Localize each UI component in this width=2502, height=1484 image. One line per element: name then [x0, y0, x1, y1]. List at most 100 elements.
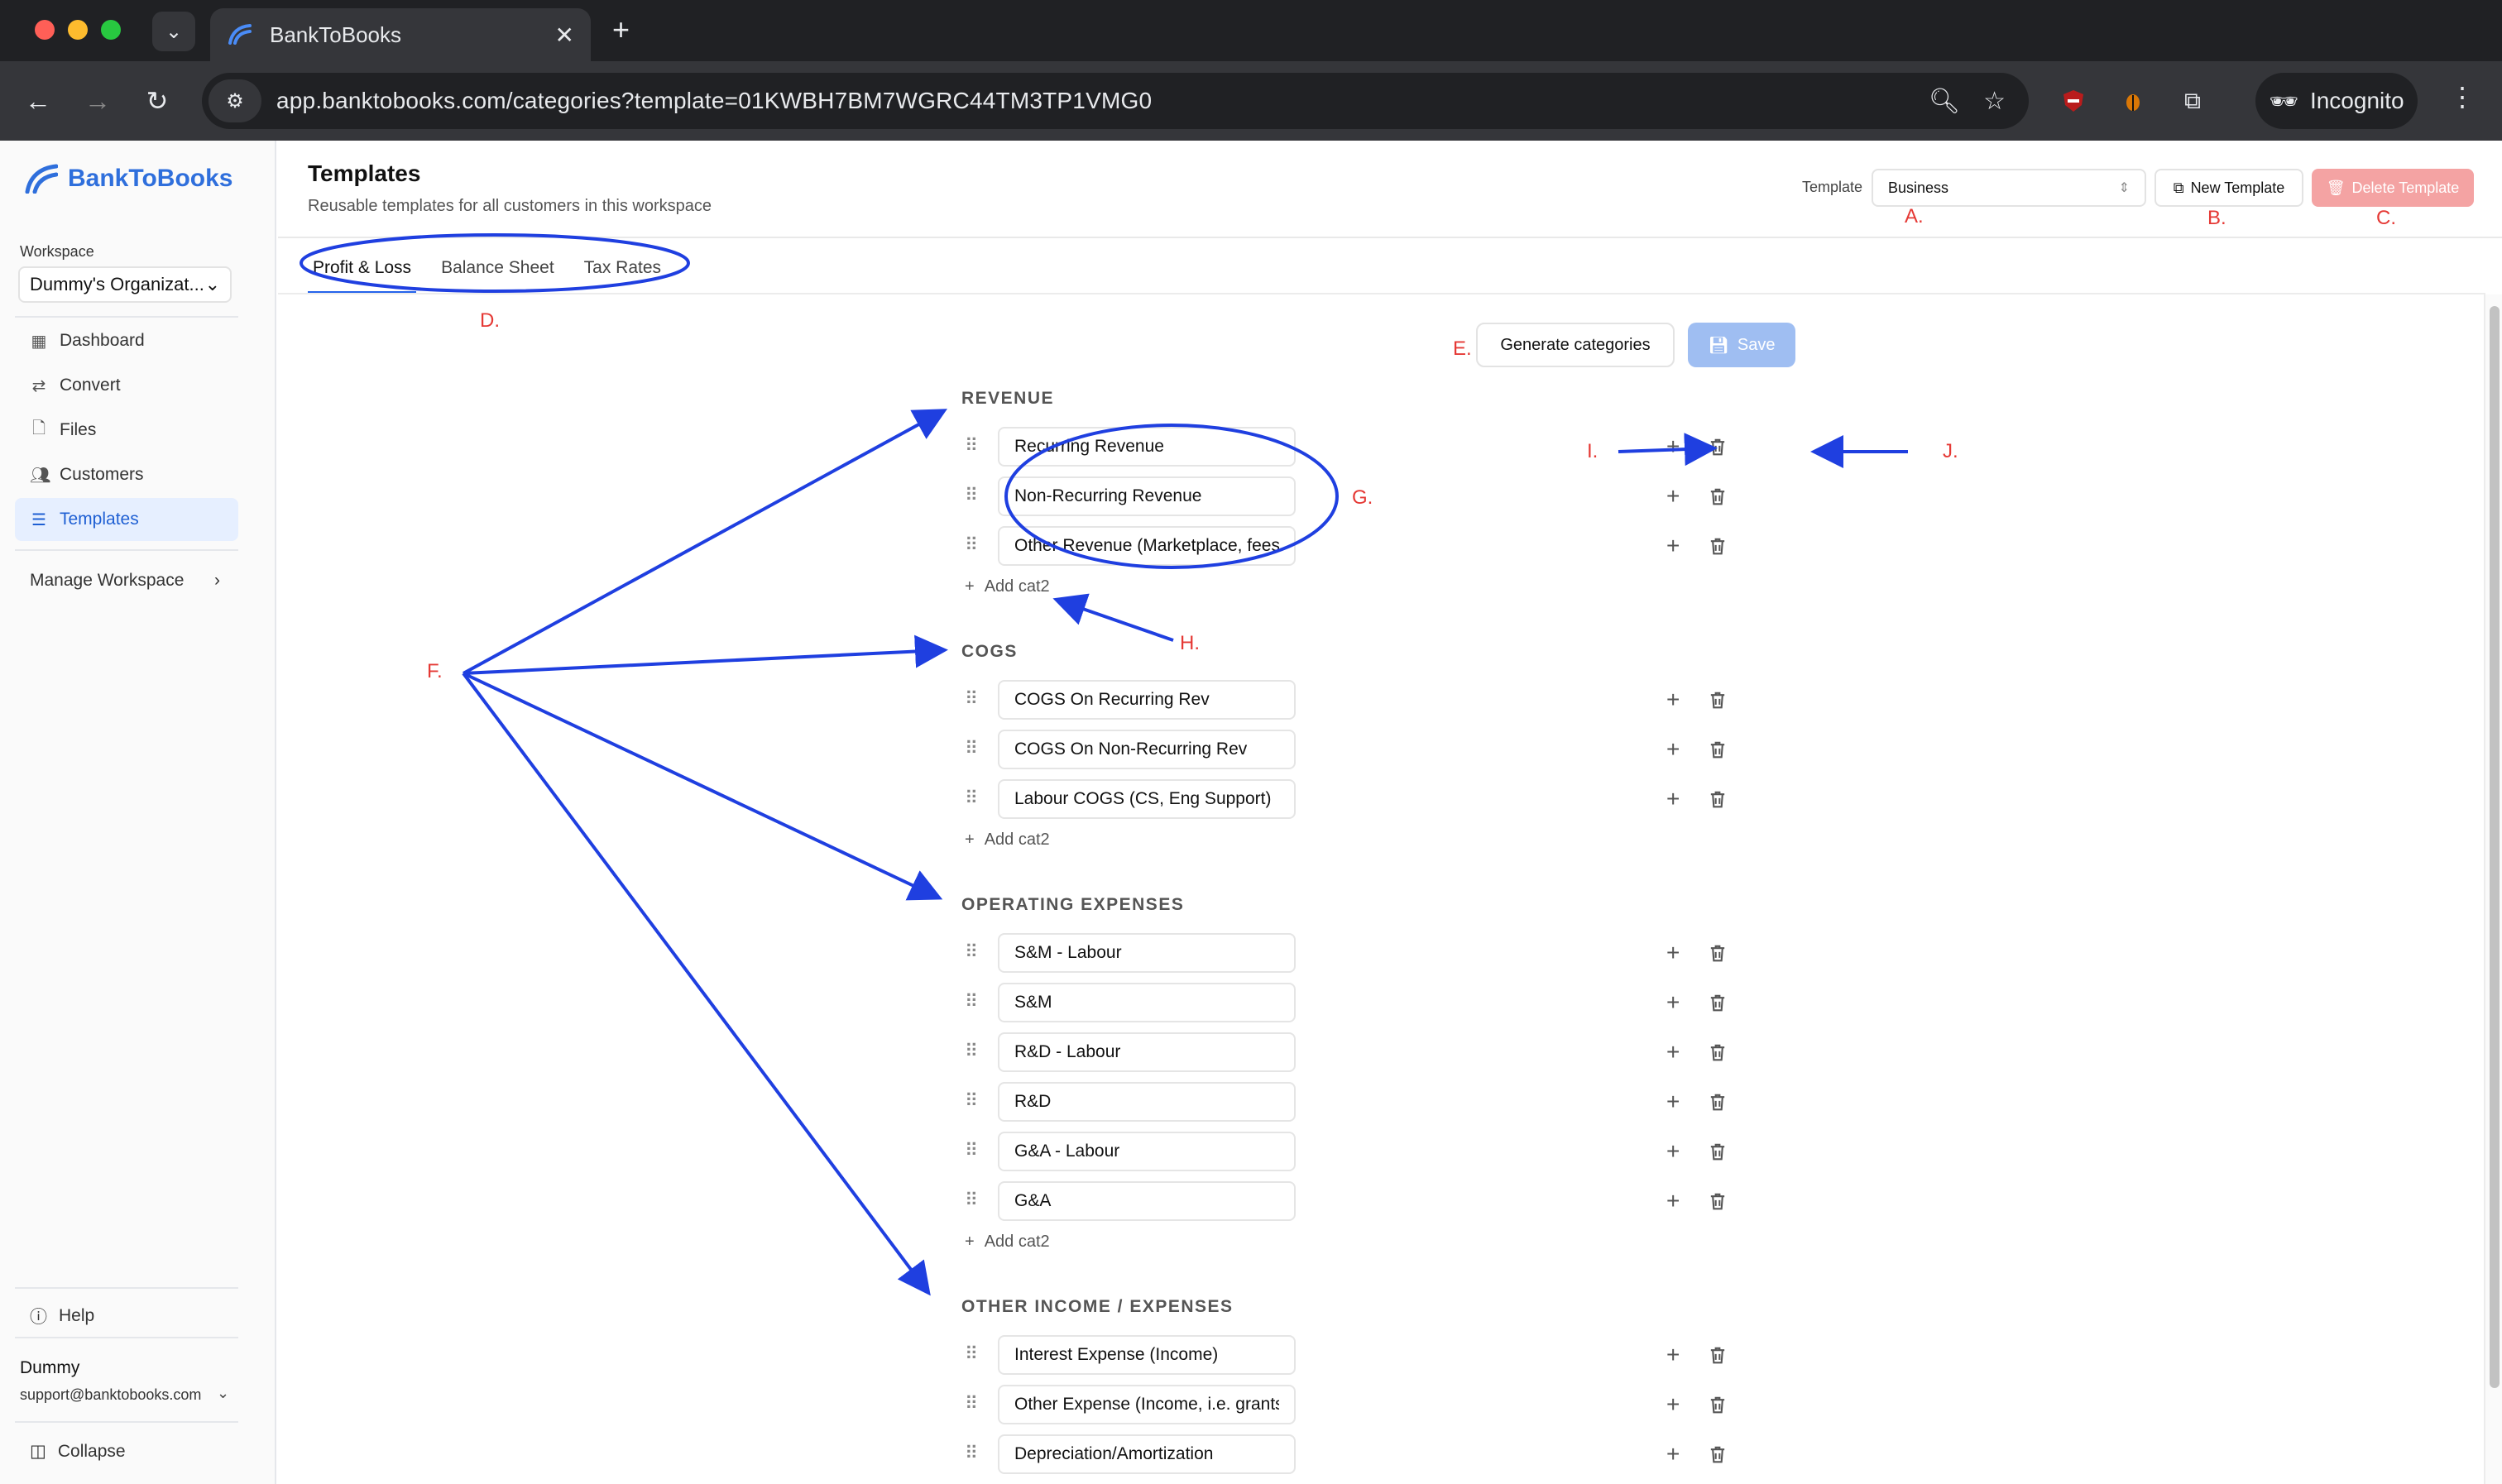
drag-handle-icon[interactable]: ⠿: [961, 688, 981, 710]
drag-handle-icon[interactable]: ⠿: [961, 1041, 981, 1062]
delete-template-button[interactable]: 🗑︎ Delete Template: [2312, 169, 2474, 207]
add-subcategory-icon[interactable]: +: [1666, 786, 1680, 812]
user-email[interactable]: support@banktobooks.com: [20, 1386, 201, 1404]
add-subcategory-icon[interactable]: +: [1666, 1138, 1680, 1165]
trash-icon[interactable]: [1706, 1443, 1729, 1466]
extension-blocker-icon[interactable]: [2055, 83, 2092, 119]
reload-icon[interactable]: ↻: [137, 81, 177, 121]
tab-search-button[interactable]: ⌄: [152, 12, 195, 51]
browser-menu-icon[interactable]: ⋮: [2449, 81, 2476, 112]
new-template-button[interactable]: ⧉ New Template: [2154, 169, 2303, 207]
zoom-icon[interactable]: 🔍︎: [1929, 87, 1960, 116]
drag-handle-icon[interactable]: ⠿: [961, 1343, 981, 1365]
trash-icon[interactable]: [1706, 991, 1729, 1014]
maximize-window-button[interactable]: [101, 20, 121, 40]
drag-handle-icon[interactable]: ⠿: [961, 1443, 981, 1464]
drag-handle-icon[interactable]: ⠿: [961, 435, 981, 457]
extension-bug-icon[interactable]: [2115, 83, 2151, 119]
forward-icon[interactable]: →: [78, 81, 117, 121]
template-select[interactable]: Business ⇕: [1872, 169, 2146, 207]
trash-icon[interactable]: [1706, 485, 1729, 508]
brand[interactable]: BankToBooks: [25, 164, 232, 194]
drag-handle-icon[interactable]: ⠿: [961, 787, 981, 809]
category-input[interactable]: [998, 1434, 1296, 1474]
help-link[interactable]: ⓘ Help: [30, 1304, 94, 1328]
category-input[interactable]: [998, 1082, 1296, 1122]
user-name[interactable]: Dummy: [20, 1358, 79, 1378]
trash-icon[interactable]: [1706, 435, 1729, 458]
generate-categories-button[interactable]: Generate categories: [1476, 323, 1675, 367]
trash-icon[interactable]: [1706, 1090, 1729, 1113]
new-tab-button[interactable]: +: [612, 15, 630, 45]
drag-handle-icon[interactable]: ⠿: [961, 941, 981, 963]
manage-workspace-link[interactable]: Manage Workspace ›: [30, 571, 220, 591]
site-settings-icon[interactable]: ⚙: [208, 79, 261, 122]
trash-icon[interactable]: [1706, 1393, 1729, 1416]
trash-icon[interactable]: [1706, 738, 1729, 761]
close-window-button[interactable]: [35, 20, 55, 40]
add-subcategory-icon[interactable]: +: [1666, 1441, 1680, 1467]
trash-icon[interactable]: [1706, 688, 1729, 711]
add-subcategory-icon[interactable]: +: [1666, 483, 1680, 510]
category-input[interactable]: [998, 1335, 1296, 1375]
drag-handle-icon[interactable]: ⠿: [961, 1140, 981, 1161]
category-input[interactable]: [998, 1385, 1296, 1424]
drag-handle-icon[interactable]: ⠿: [961, 534, 981, 556]
add-subcategory-icon[interactable]: +: [1666, 1391, 1680, 1418]
incognito-indicator[interactable]: 🕶︎ Incognito: [2255, 73, 2418, 129]
trash-icon[interactable]: [1706, 1343, 1729, 1367]
chevron-down-icon[interactable]: ⌄: [217, 1385, 229, 1402]
scroll-thumb[interactable]: [2490, 306, 2500, 1388]
address-bar[interactable]: ⚙ app.banktobooks.com/categories?templat…: [202, 73, 2029, 129]
add-subcategory-icon[interactable]: +: [1666, 736, 1680, 763]
sidebar-item-templates[interactable]: ☰ Templates: [15, 498, 238, 541]
drag-handle-icon[interactable]: ⠿: [961, 1393, 981, 1415]
trash-icon[interactable]: [1706, 534, 1729, 558]
scrollbar[interactable]: [2484, 294, 2502, 1484]
collapse-sidebar-button[interactable]: ◫ Collapse: [30, 1441, 126, 1462]
save-button[interactable]: 💾︎ Save: [1688, 323, 1795, 367]
back-icon[interactable]: ←: [18, 81, 58, 121]
sidebar-item-customers[interactable]: 👥︎ Customers: [15, 453, 238, 496]
add-category-button[interactable]: + Add cat2: [965, 577, 1050, 596]
add-category-button[interactable]: + Add cat2: [965, 831, 1050, 850]
extensions-puzzle-icon[interactable]: ⧉: [2174, 83, 2211, 119]
sidebar-item-files[interactable]: 🗋 Files: [15, 409, 238, 452]
drag-handle-icon[interactable]: ⠿: [961, 485, 981, 506]
category-input[interactable]: [998, 427, 1296, 467]
workspace-select[interactable]: Dummy's Organizat... ⌄: [18, 266, 232, 303]
tab-profit-loss[interactable]: Profit & Loss: [308, 251, 417, 294]
add-category-button[interactable]: + Add cat2: [965, 1233, 1050, 1252]
tab-balance-sheet[interactable]: Balance Sheet: [436, 251, 559, 294]
tab-tax-rates[interactable]: Tax Rates: [579, 251, 666, 294]
drag-handle-icon[interactable]: ⠿: [961, 991, 981, 1012]
category-input[interactable]: [998, 779, 1296, 819]
trash-icon[interactable]: [1706, 941, 1729, 965]
category-input[interactable]: [998, 983, 1296, 1022]
add-subcategory-icon[interactable]: +: [1666, 433, 1680, 460]
bookmark-star-icon[interactable]: ☆: [1983, 87, 2006, 116]
trash-icon[interactable]: [1706, 787, 1729, 811]
category-input[interactable]: [998, 730, 1296, 769]
category-input[interactable]: [998, 526, 1296, 566]
add-subcategory-icon[interactable]: +: [1666, 940, 1680, 966]
add-subcategory-icon[interactable]: +: [1666, 1039, 1680, 1065]
add-subcategory-icon[interactable]: +: [1666, 989, 1680, 1016]
category-input[interactable]: [998, 1132, 1296, 1171]
category-input[interactable]: [998, 476, 1296, 516]
trash-icon[interactable]: [1706, 1190, 1729, 1213]
browser-tab[interactable]: BankToBooks ✕: [210, 8, 591, 61]
trash-icon[interactable]: [1706, 1041, 1729, 1064]
close-tab-icon[interactable]: ✕: [555, 22, 574, 49]
add-subcategory-icon[interactable]: +: [1666, 533, 1680, 559]
add-subcategory-icon[interactable]: +: [1666, 1188, 1680, 1214]
add-subcategory-icon[interactable]: +: [1666, 1089, 1680, 1115]
category-input[interactable]: [998, 933, 1296, 973]
url-text[interactable]: app.banktobooks.com/categories?template=…: [276, 88, 1929, 114]
minimize-window-button[interactable]: [68, 20, 88, 40]
trash-icon[interactable]: [1706, 1140, 1729, 1163]
sidebar-item-dashboard[interactable]: ▦ Dashboard: [15, 319, 238, 362]
add-subcategory-icon[interactable]: +: [1666, 687, 1680, 713]
drag-handle-icon[interactable]: ⠿: [961, 738, 981, 759]
category-input[interactable]: [998, 680, 1296, 720]
